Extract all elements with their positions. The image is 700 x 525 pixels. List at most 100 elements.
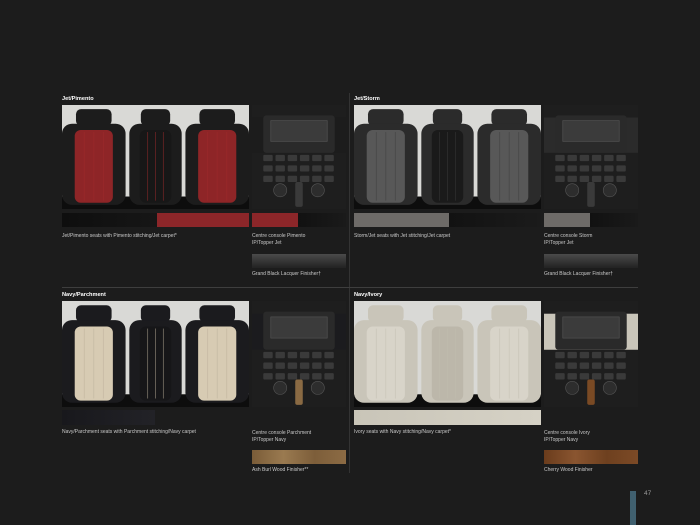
seat-photo-navy-parchment bbox=[62, 301, 249, 407]
console-button bbox=[616, 175, 626, 182]
console-button bbox=[312, 165, 322, 172]
console-button bbox=[324, 351, 334, 359]
console-caption: Centre console Ivory IP/Topper Navy bbox=[544, 430, 640, 443]
veneer-caption: Cherry Wood Finisher bbox=[544, 467, 593, 473]
console-button bbox=[263, 373, 273, 380]
horizontal-divider bbox=[62, 287, 638, 288]
console-caption: Centre console Pimento IP/Topper Jet bbox=[252, 233, 348, 246]
console-button bbox=[263, 362, 273, 369]
veneer-swatch bbox=[544, 254, 638, 268]
console-button bbox=[312, 373, 322, 380]
photo-illustration bbox=[544, 301, 638, 407]
console-button bbox=[567, 351, 577, 359]
console-button bbox=[579, 373, 590, 380]
console-button bbox=[312, 154, 322, 162]
console-button bbox=[567, 373, 577, 380]
headrest bbox=[491, 305, 528, 323]
seat-color-swatch bbox=[354, 410, 541, 425]
topper-swatch bbox=[590, 213, 638, 227]
headrest bbox=[367, 305, 404, 323]
console-button bbox=[604, 154, 614, 162]
console-button bbox=[263, 154, 273, 162]
console-button bbox=[604, 165, 614, 172]
console-button bbox=[324, 154, 334, 162]
veneer-caption: Grand Black Lacquer Finisher† bbox=[544, 271, 613, 277]
photo-illustration bbox=[354, 301, 541, 407]
console-dial bbox=[273, 381, 288, 395]
console-button bbox=[287, 154, 298, 162]
navigation-screen bbox=[270, 120, 328, 142]
section-title-jet-storm: Jet/Storm bbox=[354, 96, 380, 102]
console-button bbox=[567, 165, 577, 172]
headrest bbox=[491, 109, 528, 126]
navigation-screen bbox=[270, 316, 328, 339]
headrest bbox=[75, 305, 112, 323]
headrest bbox=[75, 109, 112, 126]
console-button bbox=[299, 351, 310, 359]
console-button bbox=[591, 154, 602, 162]
seat-caption: Jet/Pimento seats with Pimento stitching… bbox=[62, 233, 177, 239]
console-button bbox=[324, 373, 334, 380]
console-button bbox=[287, 175, 298, 182]
console-button bbox=[275, 362, 285, 369]
topper-swatch bbox=[298, 213, 346, 227]
veneer-swatch bbox=[252, 254, 346, 268]
section-title-navy-ivory: Navy/Ivory bbox=[354, 292, 383, 298]
headrest bbox=[432, 109, 463, 126]
seat-photo-jet-pimento bbox=[62, 105, 249, 209]
console-button bbox=[275, 175, 285, 182]
console-button bbox=[312, 175, 322, 182]
console-button bbox=[567, 175, 577, 182]
veneer-caption: Ash Burl Wood Finisher** bbox=[252, 467, 309, 473]
console-dial bbox=[602, 183, 617, 198]
headrest bbox=[199, 109, 236, 126]
console-button bbox=[555, 351, 565, 359]
console-button bbox=[324, 175, 334, 182]
console-caption-line-2: IP/Topper Navy bbox=[252, 436, 287, 443]
console-button bbox=[299, 373, 310, 380]
console-caption: Centre console Storm IP/Topper Jet bbox=[544, 233, 640, 246]
headrest bbox=[199, 305, 236, 323]
console-photo-jet-pimento bbox=[252, 105, 346, 209]
photo-illustration bbox=[62, 105, 249, 209]
gear-selector bbox=[587, 181, 595, 207]
console-button bbox=[604, 362, 614, 369]
console-button bbox=[616, 165, 626, 172]
console-button bbox=[299, 154, 310, 162]
console-button bbox=[312, 362, 322, 369]
console-button bbox=[555, 362, 565, 369]
console-dial bbox=[310, 183, 325, 198]
photo-illustration bbox=[252, 301, 346, 407]
console-button bbox=[287, 362, 298, 369]
carpet-swatch bbox=[62, 213, 157, 227]
headrest bbox=[367, 109, 404, 126]
section-title-navy-parchment: Navy/Parchment bbox=[62, 292, 106, 298]
console-button bbox=[324, 362, 334, 369]
console-caption-line-2: IP/Topper Jet bbox=[252, 239, 282, 246]
console-button bbox=[287, 373, 298, 380]
console-button bbox=[616, 154, 626, 162]
console-caption-line-2: IP/Topper Jet bbox=[544, 239, 574, 246]
gear-selector bbox=[295, 181, 303, 207]
console-button bbox=[567, 362, 577, 369]
console-button bbox=[591, 175, 602, 182]
carpet-swatch bbox=[449, 213, 541, 227]
console-caption-line-2: IP/Topper Navy bbox=[544, 436, 579, 443]
gear-selector bbox=[295, 379, 303, 405]
console-button bbox=[275, 351, 285, 359]
photo-illustration bbox=[354, 105, 541, 209]
veneer-caption: Grand Black Lacquer Finisher† bbox=[252, 271, 321, 277]
console-button bbox=[287, 165, 298, 172]
console-button bbox=[616, 362, 626, 369]
console-button bbox=[591, 373, 602, 380]
console-button bbox=[275, 154, 285, 162]
headrest bbox=[140, 109, 171, 126]
page-number: 47 bbox=[644, 490, 652, 497]
console-button bbox=[299, 362, 310, 369]
console-button bbox=[275, 373, 285, 380]
console-photo-navy-ivory bbox=[544, 301, 638, 407]
console-button bbox=[555, 175, 565, 182]
brochure-page: Jet/Pimento Jet/Pimento seats with Pimen… bbox=[0, 0, 700, 525]
seat-color-swatch bbox=[354, 213, 449, 227]
veneer-swatch bbox=[544, 450, 638, 464]
